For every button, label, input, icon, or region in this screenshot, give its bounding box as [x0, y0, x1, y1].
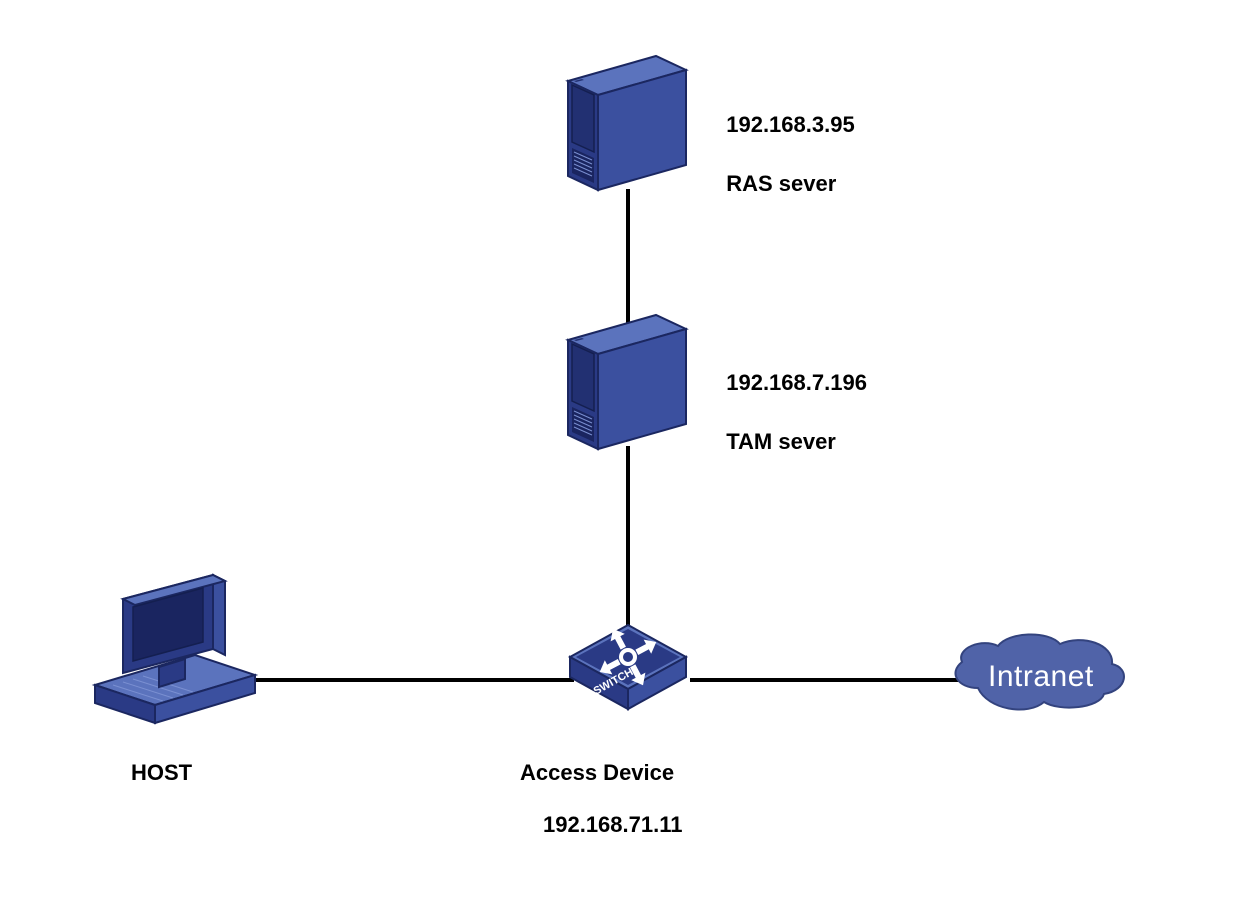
- tam-server-ip: 192.168.7.196: [726, 370, 867, 395]
- host-icon: [95, 575, 255, 723]
- ras-server-name: RAS sever: [726, 171, 836, 196]
- tam-server-icon: [568, 315, 686, 449]
- ras-server-icon: [568, 56, 686, 190]
- ras-server-ip: 192.168.3.95: [726, 112, 854, 137]
- intranet-label: Intranet: [988, 660, 1094, 694]
- tam-server-name: TAM sever: [726, 429, 836, 454]
- access-device-name: Access Device: [520, 760, 674, 786]
- tam-server-label: 192.168.7.196 TAM sever: [714, 338, 867, 457]
- host-label: HOST: [131, 760, 192, 786]
- access-device-ip: 192.168.71.11: [543, 812, 682, 838]
- switch-icon: [570, 625, 686, 709]
- network-diagram: SWITCH 192.168.3.95 RAS sever 192.168.7.…: [0, 0, 1246, 917]
- ras-server-label: 192.168.3.95 RAS sever: [714, 80, 855, 199]
